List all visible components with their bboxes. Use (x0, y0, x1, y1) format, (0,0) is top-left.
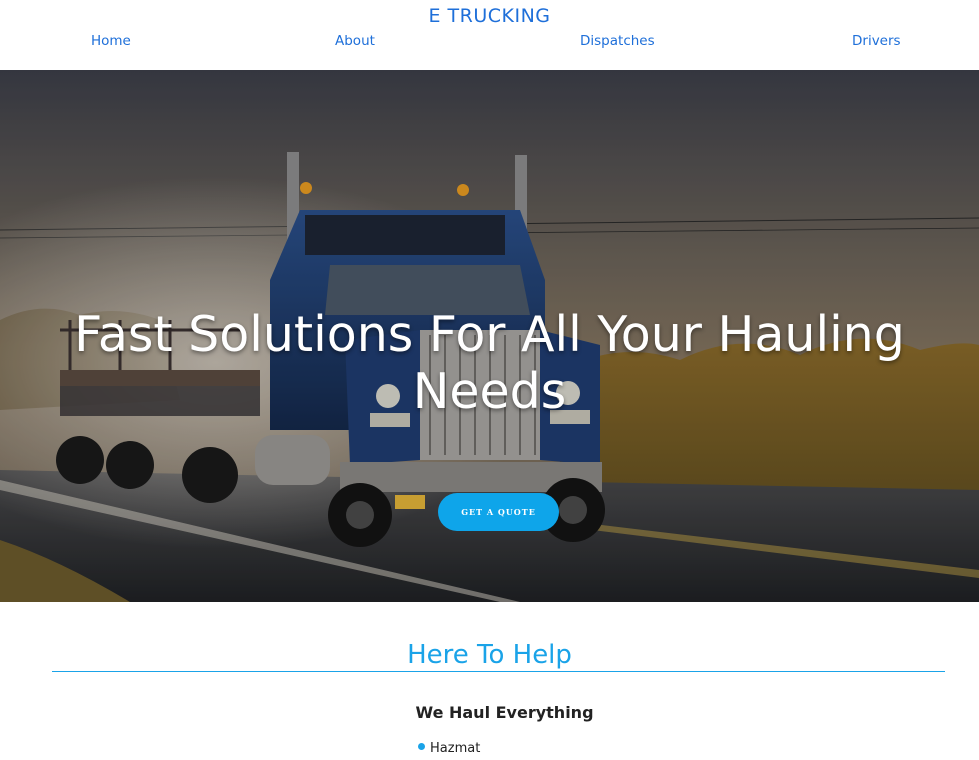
get-a-quote-button[interactable]: GET A QUOTE (438, 493, 559, 531)
hero-banner: Fast Solutions For All Your Hauling Need… (0, 70, 979, 602)
nav-home-link[interactable]: Home (91, 33, 131, 49)
nav-dispatches-link[interactable]: Dispatches (580, 33, 655, 49)
haul-list: Hazmat (418, 741, 480, 757)
section-subheading: We Haul Everything (415, 703, 594, 722)
site-header: E TRUCKING Home About Dispatches Drivers (0, 0, 979, 70)
list-item-label: Hazmat (430, 741, 481, 756)
nav-about-link[interactable]: About (335, 33, 375, 49)
brand-title[interactable]: E TRUCKING (0, 5, 979, 27)
hero-headline: Fast Solutions For All Your Hauling Need… (74, 306, 905, 420)
list-item: Hazmat (418, 741, 480, 757)
nav-drivers-link[interactable]: Drivers (852, 33, 901, 49)
bullet-icon (418, 743, 425, 750)
help-section: Here To Help We Haul Everything Hazmat (0, 602, 979, 760)
section-divider (52, 671, 945, 672)
section-heading: Here To Help (407, 640, 572, 670)
